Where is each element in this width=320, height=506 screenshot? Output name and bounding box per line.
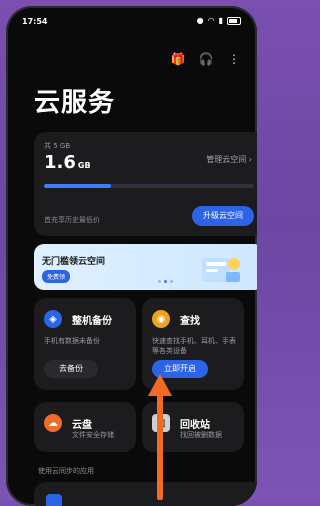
tile-backup-desc: 手机有数据未备份 [44,337,100,345]
layers-icon: ◈ [44,310,62,328]
manage-storage-label: 管理云空间 [206,155,247,164]
cloud-storage-illustration [202,258,240,282]
storage-total: 共 5 GB [44,142,71,150]
status-bar: 17:54 ● ◠ ▮ [6,6,257,32]
tile-cloud-drive[interactable]: ☁ 云盘 文件安全存储 [34,402,136,452]
phone-screen: 17:54 ● ◠ ▮ 🎁 🎧 ⋮ 云服务 共 5 GB 1.6 GB 管理云空间… [6,6,257,506]
section-title: 使用云同步的应用 [38,467,94,475]
storage-used: 1.6 GB [44,152,91,173]
promo-banner[interactable]: 无门槛领云空间 免费领 [34,244,257,290]
chevron-right-icon: › [248,155,252,164]
gift-icon[interactable]: 🎁 [171,52,186,66]
tile-find-desc: 快速查找手机、耳机、手表等各类设备 [152,337,236,355]
tile-recycle-bin[interactable]: ▥ 回收站 找回被删数据 [142,402,244,452]
upgrade-storage-button[interactable]: 升级云空间 [192,206,254,226]
storage-used-value: 1.6 [44,152,76,173]
tile-recycle-bin-desc: 找回被删数据 [180,431,222,439]
tile-cloud-drive-title: 云盘 [72,420,92,431]
storage-used-unit: GB [77,161,91,170]
storage-progress-bar [44,184,254,188]
find-icon: ◉ [152,310,170,328]
carousel-dot-active [164,280,167,283]
banner-badge[interactable]: 免费领 [42,270,71,283]
status-icons: ● ◠ ▮ [197,16,241,25]
wifi-icon: ◠ [207,16,215,25]
battery-icon [227,16,241,25]
storage-progress-fill [44,184,112,188]
page-title: 云服务 [34,88,116,118]
top-actions: 🎁 🎧 ⋮ [171,52,241,66]
cloud-icon: ☁ [44,414,62,432]
tile-backup[interactable]: ◈ 整机备份 手机有数据未备份 去备份 [34,298,136,390]
signal-icon: ▮ [218,16,223,25]
sync-apps-list[interactable] [34,482,257,506]
enable-find-button[interactable]: 立即开启 [152,360,208,378]
promo-text: 首充享历史最低价 [44,216,100,224]
tile-find[interactable]: ◉ 查找 快速查找手机、耳机、手表等各类设备 立即开启 [142,298,244,390]
headset-icon[interactable]: 🎧 [199,52,214,66]
status-time: 17:54 [22,17,48,26]
tile-recycle-bin-title: 回收站 [180,420,210,431]
tile-backup-title: 整机备份 [72,316,112,327]
trash-icon: ▥ [152,414,170,432]
backup-button[interactable]: 去备份 [44,360,98,378]
carousel-dot [158,280,161,283]
storage-card[interactable]: 共 5 GB 1.6 GB 管理云空间 › 首充享历史最低价 升级云空间 [34,132,257,236]
carousel-dot [170,280,173,283]
tile-find-title: 查找 [180,316,200,327]
notification-icon: ● [196,16,204,25]
banner-text: 无门槛领云空间 [42,257,106,267]
carousel-dots [158,280,173,283]
manage-storage-link[interactable]: 管理云空间 › [206,154,252,165]
more-icon[interactable]: ⋮ [227,52,241,66]
sync-app-icon [46,494,62,506]
